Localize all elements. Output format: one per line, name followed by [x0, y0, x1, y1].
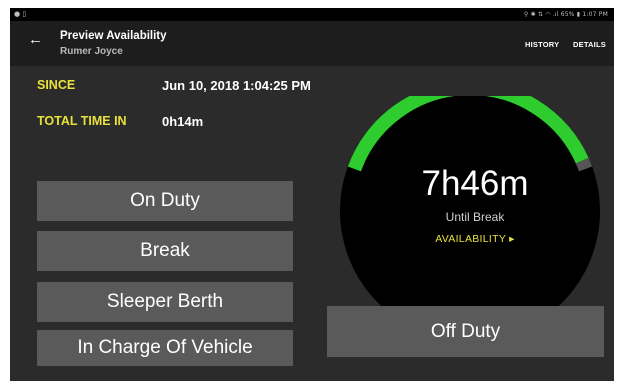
- history-link[interactable]: HISTORY: [525, 40, 559, 49]
- on-duty-button[interactable]: On Duty: [37, 181, 293, 221]
- status-left-icons: ● ▯: [14, 10, 27, 18]
- off-duty-button[interactable]: Off Duty: [327, 306, 604, 357]
- break-button[interactable]: Break: [37, 231, 293, 271]
- status-bar: ● ▯ ⚲ ✱ ⇅ ◠ .ıl 65% ▮ 1:07 PM: [10, 8, 614, 21]
- back-arrow-icon[interactable]: ←: [28, 32, 43, 47]
- page-title: Preview Availability: [60, 30, 167, 42]
- availability-link[interactable]: AVAILABILITY ▸: [375, 233, 575, 245]
- status-right-indicators: ⚲ ✱ ⇅ ◠ .ıl 65% ▮ 1:07 PM: [523, 11, 608, 18]
- total-time-label: TOTAL TIME IN: [37, 114, 127, 128]
- since-value: Jun 10, 2018 1:04:25 PM: [162, 78, 311, 93]
- sleeper-berth-button[interactable]: Sleeper Berth: [37, 282, 293, 322]
- gauge-used-arc: [575, 157, 593, 172]
- total-time-value: 0h14m: [162, 114, 204, 129]
- title-bar: ← Preview Availability Rumer Joyce HISTO…: [10, 21, 614, 66]
- driver-name: Rumer Joyce: [60, 46, 123, 57]
- until-break-label: Until Break: [445, 210, 505, 224]
- time-until-break: 7h46m: [421, 164, 529, 203]
- in-charge-of-vehicle-button[interactable]: In Charge Of Vehicle: [37, 330, 293, 366]
- app-screen: ● ▯ ⚲ ✱ ⇅ ◠ .ıl 65% ▮ 1:07 PM ← Preview …: [10, 8, 614, 381]
- details-link[interactable]: DETAILS: [573, 40, 606, 49]
- since-label: SINCE: [37, 78, 76, 92]
